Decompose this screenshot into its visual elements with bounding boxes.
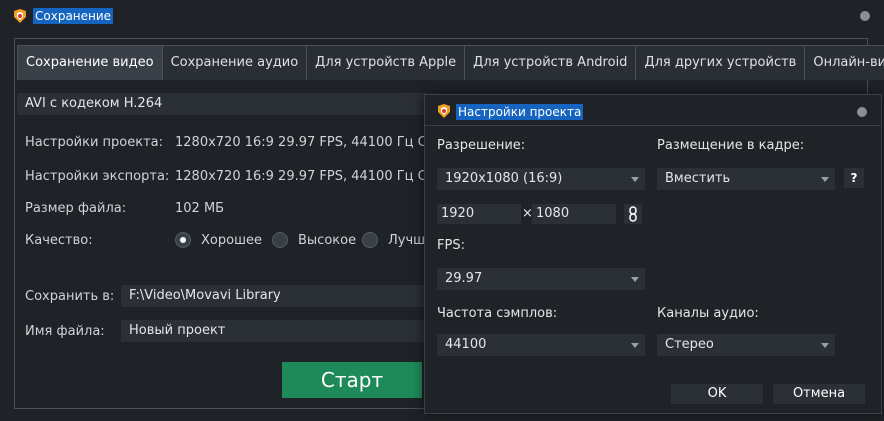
fps-label: FPS: bbox=[437, 238, 465, 253]
tab-apple-devices[interactable]: Для устройств Apple bbox=[306, 45, 466, 80]
window-title: Сохранение bbox=[33, 8, 114, 24]
movavi-logo-icon bbox=[438, 104, 450, 118]
chevron-down-icon bbox=[631, 343, 639, 348]
audio-channels-value: Стерео bbox=[665, 337, 714, 352]
file-size-label: Размер файла: bbox=[25, 201, 127, 216]
ok-button[interactable]: OK bbox=[671, 384, 763, 404]
audio-channels-select[interactable]: Стерео bbox=[657, 334, 835, 356]
quality-high-radio[interactable] bbox=[272, 232, 288, 248]
tab-other-devices[interactable]: Для других устройств bbox=[635, 45, 806, 80]
height-input[interactable]: 1080 bbox=[532, 204, 616, 224]
dialog-close-button[interactable] bbox=[857, 107, 867, 117]
dialog-title: Настройки проекта bbox=[456, 104, 584, 120]
sample-rate-label: Частота сэмплов: bbox=[437, 306, 558, 321]
help-button[interactable]: ? bbox=[844, 168, 864, 188]
audio-channels-label: Каналы аудио: bbox=[657, 306, 759, 321]
placement-value: Вместить bbox=[665, 171, 731, 186]
chevron-down-icon bbox=[631, 277, 639, 282]
file-size-value: 102 МБ bbox=[175, 201, 225, 216]
project-settings-value: 1280x720 16:9 29.97 FPS, 44100 Гц Ст bbox=[175, 135, 435, 150]
link-icon[interactable] bbox=[624, 204, 642, 224]
format-value: AVI с кодеком H.264 bbox=[25, 96, 163, 111]
quality-label: Качество: bbox=[25, 233, 93, 248]
export-settings-label: Настройки экспорта: bbox=[25, 169, 170, 184]
resolution-value: 1920x1080 (16:9) bbox=[445, 171, 563, 186]
project-settings-dialog: Настройки проекта Разрешение: 1920x1080 … bbox=[424, 94, 882, 414]
tab-bar: Сохранение видео Сохранение аудио Для ус… bbox=[17, 45, 884, 80]
file-name-input[interactable]: Новый проект bbox=[121, 320, 425, 342]
chevron-down-icon bbox=[631, 177, 639, 182]
sample-rate-value: 44100 bbox=[445, 337, 487, 352]
file-name-value: Новый проект bbox=[129, 323, 226, 338]
height-value: 1080 bbox=[536, 206, 570, 221]
width-input[interactable]: 1920 bbox=[437, 204, 521, 224]
sample-rate-select[interactable]: 44100 bbox=[437, 334, 645, 356]
save-window: Сохранение Сохранение видео Сохранение а… bbox=[0, 0, 884, 421]
fps-select[interactable]: 29.97 bbox=[437, 268, 645, 290]
quality-high-label: Высокое bbox=[298, 233, 357, 248]
fps-value: 29.97 bbox=[445, 271, 483, 286]
resolution-select[interactable]: 1920x1080 (16:9) bbox=[437, 168, 645, 190]
quality-best-label: Лучш bbox=[388, 233, 426, 248]
tab-online-video[interactable]: Онлайн-видео bbox=[804, 45, 884, 80]
save-to-value: F:\Video\Movavi Library bbox=[129, 288, 281, 303]
start-button[interactable]: Старт bbox=[282, 362, 422, 398]
cancel-button[interactable]: Отмена bbox=[773, 384, 865, 404]
format-select[interactable]: AVI с кодеком H.264 bbox=[17, 93, 437, 115]
export-settings-value: 1280x720 16:9 29.97 FPS, 44100 Гц Ст bbox=[175, 169, 435, 184]
placement-select[interactable]: Вместить bbox=[657, 168, 835, 190]
movavi-logo-icon bbox=[14, 9, 26, 23]
quality-good-label: Хорошее bbox=[201, 233, 262, 248]
title-bar: Сохранение bbox=[0, 0, 884, 32]
dialog-body: Разрешение: 1920x1080 (16:9) Размещение … bbox=[425, 125, 881, 414]
tab-android-devices[interactable]: Для устройств Android bbox=[464, 45, 637, 80]
save-to-field[interactable]: F:\Video\Movavi Library bbox=[121, 285, 425, 307]
close-button[interactable] bbox=[860, 11, 870, 21]
tab-save-audio[interactable]: Сохранение аудио bbox=[161, 45, 308, 80]
file-name-label: Имя файла: bbox=[25, 324, 105, 339]
save-to-label: Сохранить в: bbox=[25, 289, 115, 304]
width-value: 1920 bbox=[441, 206, 475, 221]
quality-good-radio[interactable] bbox=[175, 232, 191, 248]
project-settings-label: Настройки проекта: bbox=[25, 135, 164, 150]
resolution-label: Разрешение: bbox=[437, 138, 526, 153]
chevron-down-icon bbox=[821, 177, 829, 182]
tab-save-video[interactable]: Сохранение видео bbox=[17, 45, 163, 80]
quality-best-radio[interactable] bbox=[362, 232, 378, 248]
chevron-down-icon bbox=[821, 343, 829, 348]
placement-label: Размещение в кадре: bbox=[657, 138, 805, 153]
